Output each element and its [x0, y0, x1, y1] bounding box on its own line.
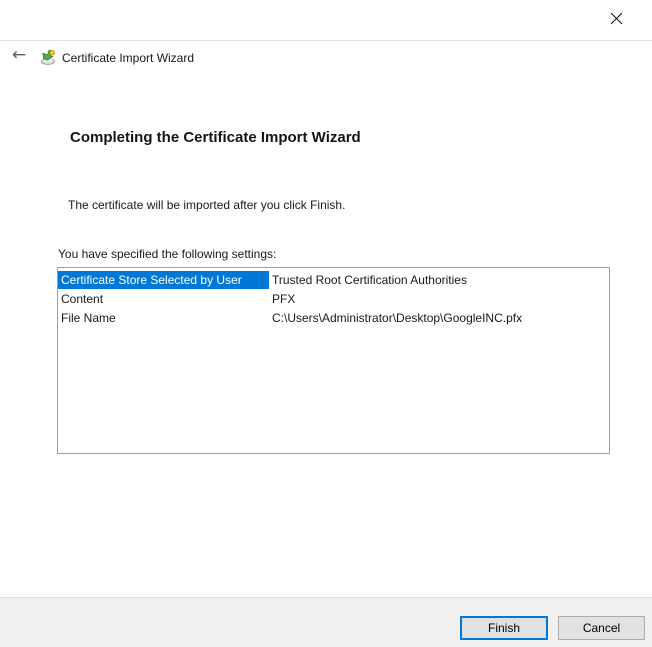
setting-name: Content [61, 291, 104, 306]
close-icon [610, 12, 622, 24]
setting-value: PFX [272, 291, 296, 306]
settings-label: You have specified the following setting… [58, 247, 277, 261]
setting-name: Certificate Store Selected by User [58, 270, 269, 289]
setting-value: Trusted Root Certification Authorities [272, 272, 467, 287]
setting-name: File Name [61, 310, 116, 325]
finish-button[interactable]: Finish [460, 616, 548, 640]
certificate-wizard-icon [40, 49, 56, 65]
wizard-title: Certificate Import Wizard [62, 51, 195, 65]
footer-bar: Finish Cancel [0, 597, 652, 647]
close-button[interactable] [605, 7, 627, 29]
settings-row[interactable]: Content PFX [58, 289, 609, 308]
cancel-button[interactable]: Cancel [558, 616, 645, 640]
title-bar [0, 0, 652, 41]
settings-list[interactable]: Certificate Store Selected by User Truste… [57, 267, 610, 454]
settings-row[interactable]: Certificate Store Selected by User Truste… [58, 270, 609, 289]
page-heading: Completing the Certificate Import Wizard [70, 129, 361, 146]
description-text: The certificate will be imported after y… [68, 198, 346, 212]
settings-row[interactable]: File Name C:\Users\Administrator\Desktop\… [58, 308, 609, 327]
back-button[interactable]: ← [6, 44, 32, 66]
setting-value: C:\Users\Administrator\Desktop\GoogleINC… [272, 310, 523, 325]
